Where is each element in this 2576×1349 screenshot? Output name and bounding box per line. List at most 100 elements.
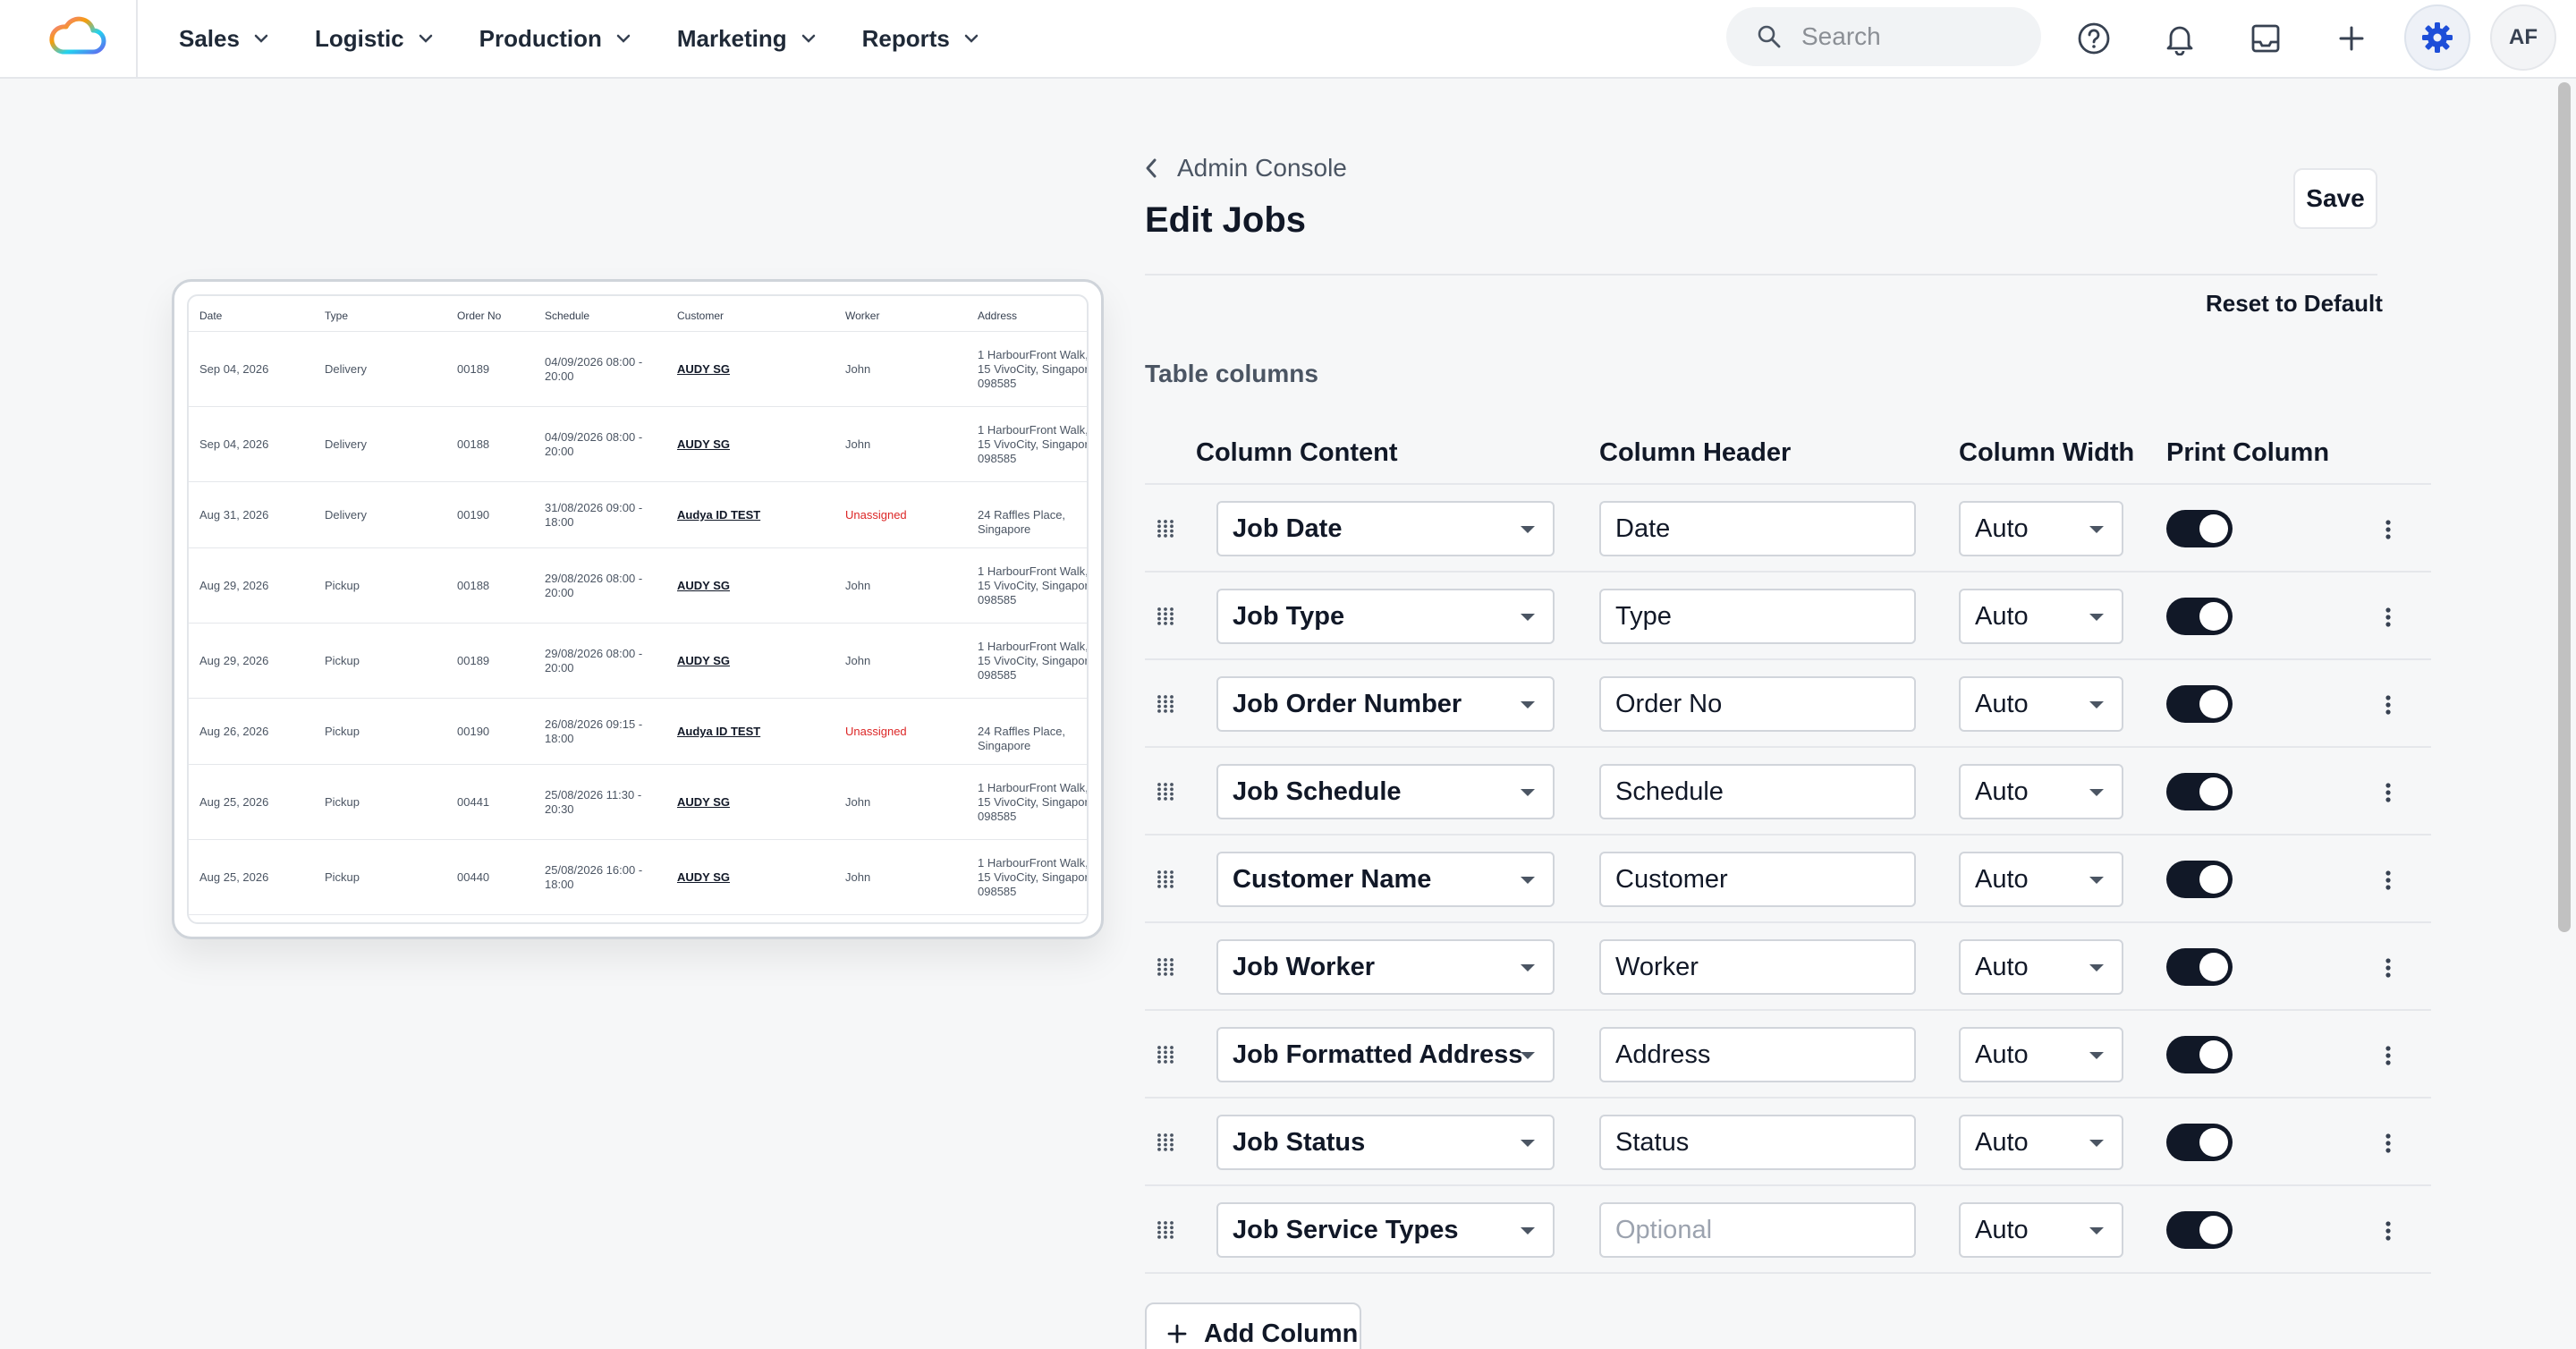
print-column-toggle[interactable] xyxy=(2166,861,2233,898)
search-input[interactable] xyxy=(1801,22,2016,51)
chevron-down-icon xyxy=(801,34,815,43)
column-header-header: Column Header xyxy=(1599,438,1792,467)
column-content-select[interactable]: Job Worker xyxy=(1216,939,1555,995)
column-content-select[interactable]: Customer Name xyxy=(1216,852,1555,907)
nav-reports[interactable]: Reports xyxy=(862,25,979,53)
more-vertical-icon[interactable] xyxy=(2370,775,2406,810)
caret-down-icon xyxy=(2089,1052,2104,1059)
preview-cell-customer[interactable]: Audya ID TEST xyxy=(677,725,760,739)
column-content-select[interactable]: Job Status xyxy=(1216,1115,1555,1170)
print-column-toggle[interactable] xyxy=(2166,598,2233,635)
preview-cell-worker: Unassigned xyxy=(845,725,907,738)
user-avatar[interactable]: AF xyxy=(2490,4,2556,71)
toggle-knob xyxy=(2199,777,2228,806)
preview-cell-date: Aug 29, 2026 xyxy=(199,654,269,667)
drag-handle-icon[interactable] xyxy=(1152,866,1179,893)
print-preview: Date Type Order No Schedule Customer Wor… xyxy=(172,279,1104,939)
help-circle-icon xyxy=(2078,22,2110,55)
preview-cell-date: Aug 26, 2026 xyxy=(199,725,269,738)
column-header-input[interactable] xyxy=(1599,501,1916,556)
preview-cell-worker: John xyxy=(845,654,871,667)
column-header-input[interactable] xyxy=(1599,1027,1916,1082)
nav-logistic[interactable]: Logistic xyxy=(315,25,433,53)
column-width-select[interactable]: Auto xyxy=(1959,589,2123,644)
more-vertical-icon[interactable] xyxy=(2370,1213,2406,1249)
column-width-select[interactable]: Auto xyxy=(1959,852,2123,907)
print-column-toggle[interactable] xyxy=(2166,1211,2233,1249)
preview-cell-customer[interactable]: AUDY SG xyxy=(677,579,730,593)
save-button[interactable]: Save xyxy=(2293,168,2377,229)
column-content-select[interactable]: Job Schedule xyxy=(1216,764,1555,819)
drag-handle-icon[interactable] xyxy=(1152,691,1179,717)
preview-cell-worker: John xyxy=(845,437,871,451)
preview-cell-customer[interactable]: AUDY SG xyxy=(677,654,730,668)
preview-cell-customer[interactable]: AUDY SG xyxy=(677,362,730,377)
preview-header-worker: Worker xyxy=(845,310,880,322)
column-width-select[interactable]: Auto xyxy=(1959,764,2123,819)
column-header-input[interactable] xyxy=(1599,764,1916,819)
print-column-toggle[interactable] xyxy=(2166,1036,2233,1073)
back-to-admin-console[interactable]: Admin Console xyxy=(1145,154,1347,182)
more-vertical-icon[interactable] xyxy=(2370,862,2406,898)
column-content-select[interactable]: Job Formatted Address xyxy=(1216,1027,1555,1082)
notifications-button[interactable] xyxy=(2154,13,2206,64)
column-width-select[interactable]: Auto xyxy=(1959,1027,2123,1082)
preview-cell-customer[interactable]: AUDY SG xyxy=(677,795,730,810)
nav-production[interactable]: Production xyxy=(479,25,631,53)
column-width-select[interactable]: Auto xyxy=(1959,939,2123,995)
column-content-select[interactable]: Job Service Types xyxy=(1216,1202,1555,1258)
preview-table-row: Sep 04, 2026 Delivery 00188 04/09/2026 08:0… xyxy=(189,407,1087,482)
preview-table-row: Aug 25, 2026 Pickup 00440 25/08/2026 16:00 … xyxy=(189,840,1087,915)
preview-cell-schedule: 25/08/2026 11:30 - 20:30 xyxy=(545,788,642,816)
preview-table-row: Aug 26, 2026 Pickup 00190 26/08/2026 09:15 … xyxy=(189,699,1087,765)
more-vertical-icon[interactable] xyxy=(2370,1038,2406,1073)
column-header-input[interactable] xyxy=(1599,852,1916,907)
column-width-select[interactable]: Auto xyxy=(1959,1202,2123,1258)
nav-sales[interactable]: Sales xyxy=(179,25,268,53)
app-logo[interactable] xyxy=(48,16,107,57)
drag-handle-icon[interactable] xyxy=(1152,1041,1179,1068)
column-content-select[interactable]: Job Order Number xyxy=(1216,676,1555,732)
print-column-toggle[interactable] xyxy=(2166,948,2233,986)
preview-cell-customer[interactable]: Audya ID TEST xyxy=(677,508,760,522)
column-width-value: Auto xyxy=(1975,952,2029,981)
preview-cell-customer[interactable]: AUDY SG xyxy=(677,870,730,885)
column-header-input[interactable] xyxy=(1599,676,1916,732)
print-column-toggle[interactable] xyxy=(2166,773,2233,810)
settings-button[interactable] xyxy=(2404,4,2470,71)
drag-handle-icon[interactable] xyxy=(1152,515,1179,542)
drag-handle-icon[interactable] xyxy=(1152,603,1179,630)
more-vertical-icon[interactable] xyxy=(2370,512,2406,547)
column-width-select[interactable]: Auto xyxy=(1959,676,2123,732)
more-vertical-icon[interactable] xyxy=(2370,1125,2406,1161)
column-content-select[interactable]: Job Type xyxy=(1216,589,1555,644)
help-button[interactable] xyxy=(2068,13,2120,64)
column-header-input[interactable] xyxy=(1599,939,1916,995)
print-column-toggle[interactable] xyxy=(2166,685,2233,723)
column-width-select[interactable]: Auto xyxy=(1959,1115,2123,1170)
preview-cell-customer[interactable]: AUDY SG xyxy=(677,437,730,452)
column-header-input[interactable] xyxy=(1599,1115,1916,1170)
nav-marketing[interactable]: Marketing xyxy=(677,25,816,53)
inbox-button[interactable] xyxy=(2240,13,2292,64)
add-column-button[interactable]: Add Column xyxy=(1145,1302,1361,1349)
add-button[interactable] xyxy=(2326,13,2377,64)
page-scrollbar-thumb[interactable] xyxy=(2558,82,2571,932)
drag-handle-icon[interactable] xyxy=(1152,1217,1179,1243)
drag-handle-icon[interactable] xyxy=(1152,954,1179,980)
more-vertical-icon[interactable] xyxy=(2370,599,2406,635)
drag-handle-icon[interactable] xyxy=(1152,1129,1179,1156)
search-box[interactable] xyxy=(1726,7,2041,66)
column-header-input[interactable] xyxy=(1599,1202,1916,1258)
reset-to-default-button[interactable]: Reset to Default xyxy=(2206,290,2383,318)
caret-down-icon xyxy=(2089,964,2104,971)
more-vertical-icon[interactable] xyxy=(2370,687,2406,723)
column-header-input[interactable] xyxy=(1599,589,1916,644)
print-column-toggle[interactable] xyxy=(2166,510,2233,547)
more-vertical-icon[interactable] xyxy=(2370,950,2406,986)
column-width-select[interactable]: Auto xyxy=(1959,501,2123,556)
breadcrumb-label: Admin Console xyxy=(1177,154,1347,182)
drag-handle-icon[interactable] xyxy=(1152,778,1179,805)
column-content-select[interactable]: Job Date xyxy=(1216,501,1555,556)
print-column-toggle[interactable] xyxy=(2166,1124,2233,1161)
